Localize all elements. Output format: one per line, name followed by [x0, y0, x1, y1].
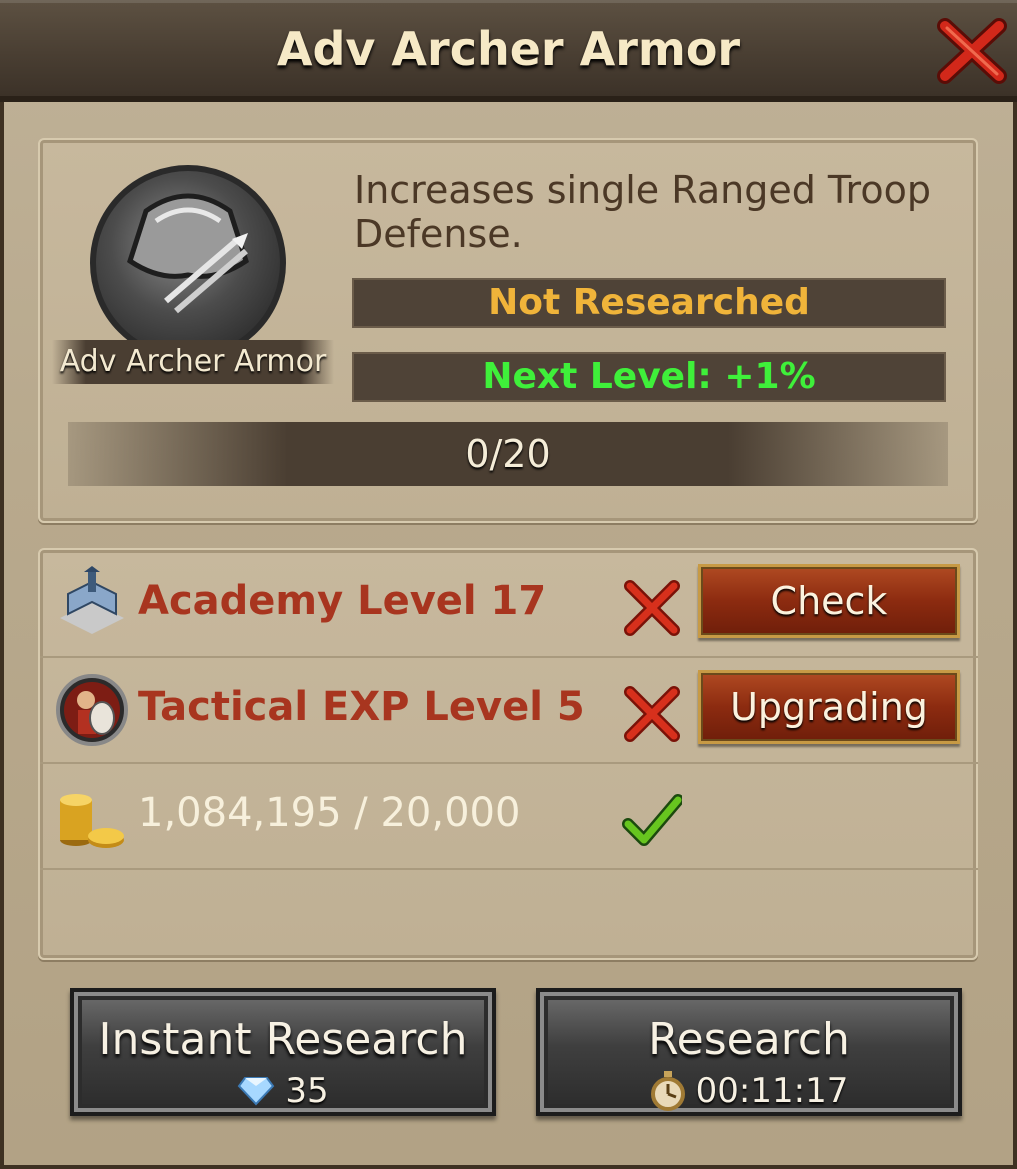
- diamond-icon: [238, 1077, 275, 1106]
- research-icon-label: Adv Archer Armor: [52, 340, 334, 384]
- academy-building-icon: [60, 566, 124, 634]
- requirement-row-gold: 1,084,195 / 20,000: [40, 762, 978, 870]
- tactical-exp-icon: [56, 674, 128, 746]
- archer-armor-icon: [90, 165, 286, 361]
- research-status: Not Researched: [352, 278, 946, 328]
- checkmark-icon: [622, 794, 682, 846]
- requirement-label: Academy Level 17: [138, 578, 547, 624]
- cross-icon: [624, 686, 680, 742]
- level-progress-text: 0/20: [465, 432, 551, 476]
- requirement-row-academy: Academy Level 17 Check: [40, 550, 978, 658]
- level-progress-bar: 0/20: [68, 422, 948, 486]
- instant-research-cost: 35: [285, 1071, 329, 1111]
- close-icon[interactable]: [937, 16, 1007, 86]
- cross-icon: [624, 580, 680, 636]
- stopwatch-icon: [650, 1071, 685, 1111]
- title-bar: Adv Archer Armor: [0, 0, 1017, 102]
- requirement-row-tactical: Tactical EXP Level 5 Upgrading: [40, 656, 978, 764]
- upgrading-button[interactable]: Upgrading: [698, 670, 960, 744]
- dialog-title: Adv Archer Armor: [276, 22, 741, 76]
- gold-coins-icon: [60, 794, 124, 848]
- research-time: 00:11:17: [695, 1071, 849, 1111]
- requirement-label: Tactical EXP Level 5: [138, 684, 585, 730]
- instant-research-label: Instant Research: [98, 1014, 468, 1065]
- next-level-bonus: Next Level: +1%: [352, 352, 946, 402]
- research-label: Research: [648, 1014, 850, 1065]
- research-button[interactable]: Research 00:11:17: [536, 988, 962, 1116]
- research-description: Increases single Ranged Troop Defense.: [354, 168, 931, 256]
- check-button[interactable]: Check: [698, 564, 960, 638]
- instant-research-button[interactable]: Instant Research 35: [70, 988, 496, 1116]
- gold-requirement-value: 1,084,195 / 20,000: [138, 790, 521, 836]
